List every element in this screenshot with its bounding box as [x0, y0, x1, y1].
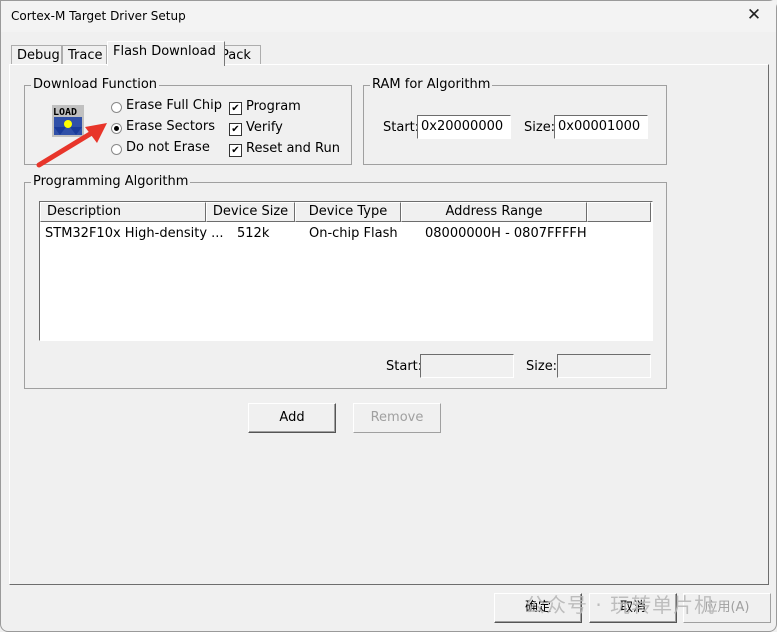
reset-and-run-checkbox[interactable]: ✔ — [229, 144, 242, 157]
window-title: Cortex-M Target Driver Setup — [11, 9, 186, 23]
algo-start-input[interactable] — [420, 354, 514, 378]
ram-start-label: Start: — [383, 120, 420, 135]
erase-full-chip-label: Erase Full Chip — [126, 98, 222, 113]
column-header-device-type[interactable]: Device Type — [295, 202, 401, 222]
algorithm-table: Description Device Size Device Type Addr… — [39, 201, 653, 341]
close-icon[interactable]: ✕ — [744, 5, 764, 25]
column-header-description[interactable]: Description — [40, 202, 206, 222]
erase-full-chip-radio[interactable] — [111, 102, 122, 113]
programming-algorithm-label: Programming Algorithm — [31, 174, 191, 189]
cell-description: STM32F10x High-density ... — [45, 226, 224, 241]
cell-device-size: 512k — [237, 226, 270, 241]
ram-start-input[interactable]: 0x20000000 — [417, 115, 511, 139]
verify-checkbox[interactable]: ✔ — [229, 123, 242, 136]
algo-size-input[interactable] — [557, 354, 651, 378]
ram-for-algorithm-group: RAM for Algorithm Start: 0x20000000 Size… — [363, 77, 667, 165]
ram-for-algorithm-label: RAM for Algorithm — [370, 77, 493, 92]
cell-device-type: On-chip Flash — [309, 226, 398, 241]
tab-panel-flash-download: Download Function LOAD Erase Full Chip E… — [9, 64, 769, 585]
programming-algorithm-group: Programming Algorithm Description Device… — [24, 174, 667, 389]
erase-sectors-label: Erase Sectors — [126, 119, 215, 134]
algo-size-label: Size: — [526, 359, 558, 374]
tab-debug[interactable]: Debug — [11, 45, 62, 65]
download-function-label: Download Function — [31, 77, 160, 92]
watermark-text: 公众号 · 玩转单片机 — [525, 593, 716, 617]
add-button[interactable]: Add — [248, 403, 336, 433]
tab-trace[interactable]: Trace — [62, 45, 107, 65]
algo-start-label: Start: — [386, 359, 423, 374]
tab-flash-download[interactable]: Flash Download — [107, 41, 225, 66]
dialog-window: Cortex-M Target Driver Setup ✕ Debug Tra… — [0, 0, 777, 632]
column-header-address-range[interactable]: Address Range — [401, 202, 587, 222]
program-checkbox[interactable]: ✔ — [229, 102, 242, 115]
program-label: Program — [246, 99, 301, 114]
cell-address-range: 08000000H - 0807FFFFH — [425, 226, 587, 241]
verify-label: Verify — [246, 120, 283, 135]
title-bar: Cortex-M Target Driver Setup ✕ — [1, 1, 776, 32]
column-header-empty[interactable] — [587, 202, 651, 222]
column-header-device-size[interactable]: Device Size — [206, 202, 295, 222]
do-not-erase-label: Do not Erase — [126, 140, 210, 155]
red-arrow-annotation — [36, 123, 107, 168]
reset-and-run-label: Reset and Run — [246, 141, 340, 156]
remove-button[interactable]: Remove — [353, 403, 441, 433]
svg-text:LOAD: LOAD — [53, 107, 77, 118]
ram-size-label: Size: — [524, 120, 556, 135]
ram-size-input[interactable]: 0x00001000 — [554, 115, 648, 139]
